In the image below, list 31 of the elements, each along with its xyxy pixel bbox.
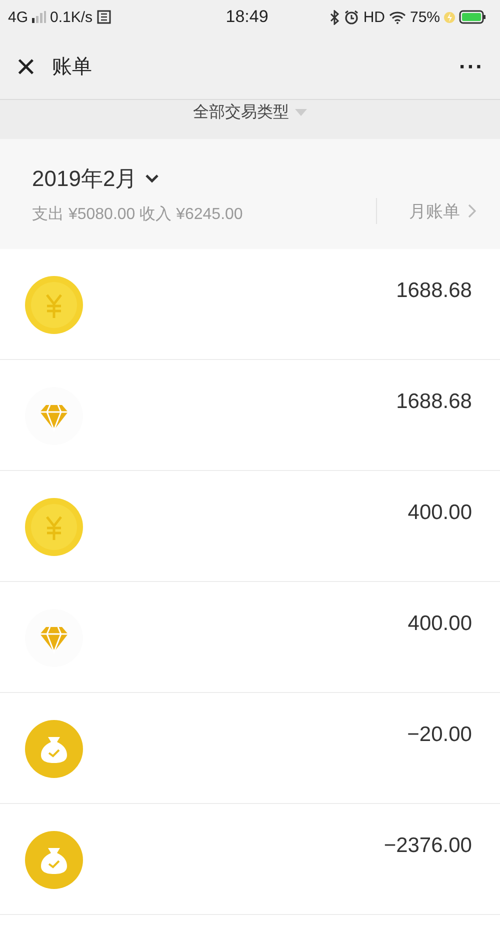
page-title: 账单 xyxy=(52,55,93,80)
sim-icon xyxy=(96,10,111,24)
wifi-icon xyxy=(388,10,406,24)
close-button[interactable]: × xyxy=(16,50,36,84)
battery-icon xyxy=(459,10,486,24)
alarm-icon xyxy=(344,10,360,24)
transaction-amount: 1688.68 xyxy=(396,390,472,414)
charging-icon xyxy=(444,10,456,24)
money-bag-icon xyxy=(24,719,84,779)
transaction-amount: −2376.00 xyxy=(384,834,472,858)
network-speed: 0.1K/s xyxy=(50,8,93,26)
transaction-amount: 400.00 xyxy=(408,612,472,636)
money-bag-icon xyxy=(24,830,84,890)
month-picker[interactable]: 2019年2月 xyxy=(32,164,376,194)
transaction-amount: 400.00 xyxy=(408,501,472,525)
dropdown-caret-icon xyxy=(295,109,307,116)
chevron-down-icon xyxy=(145,174,160,183)
bluetooth-icon xyxy=(330,10,340,24)
yuan-coin-icon xyxy=(24,497,84,557)
battery-percent: 75% xyxy=(410,8,440,26)
transaction-amount: −20.00 xyxy=(407,723,472,747)
month-summary: 支出 ¥5080.00 收入 ¥6245.00 xyxy=(32,204,244,224)
hd-label: HD xyxy=(363,8,385,26)
more-button[interactable]: ··· xyxy=(459,54,484,80)
chevron-right-icon xyxy=(468,204,476,218)
clock-time: 18:49 xyxy=(226,7,268,27)
yuan-coin-icon xyxy=(24,275,84,335)
network-label: 4G xyxy=(8,8,28,26)
signal-icon xyxy=(32,11,46,23)
transaction-type-filter[interactable]: 全部交易类型 xyxy=(193,100,307,123)
transaction-amount: 1688.68 xyxy=(396,279,472,303)
